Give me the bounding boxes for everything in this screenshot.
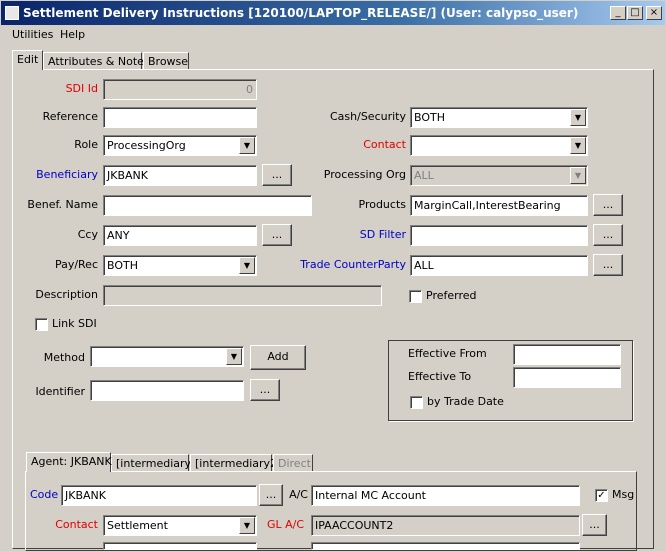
close-button[interactable]: × (646, 6, 662, 20)
window-title: Settlement Delivery Instructions [120100… (23, 6, 579, 20)
method-label: Method (43, 351, 85, 364)
agent-ac-label: A/C (289, 488, 308, 501)
sdi-id-field: 0 (103, 79, 257, 100)
trade-counterparty-field[interactable]: ALL (410, 255, 588, 276)
trade-counterparty-ellipsis-button[interactable]: ... (593, 254, 623, 276)
tab-direct: Direct (273, 454, 313, 472)
link-sdi-checkbox[interactable] (35, 318, 48, 331)
effective-to-field[interactable] (513, 367, 621, 388)
products-label: Products (358, 198, 407, 211)
add-method-button[interactable]: Add (250, 345, 306, 370)
tab-agent[interactable]: Agent: JKBANK (26, 452, 112, 472)
agent-code-label[interactable]: Code (30, 488, 58, 502)
beneficiary-label[interactable]: Beneficiary (20, 168, 98, 182)
tab-attributes-notes[interactable]: Attributes & Notes (43, 52, 150, 70)
menu-help[interactable]: Help (60, 28, 85, 41)
msg-label: Msg (612, 488, 635, 501)
benef-name-field[interactable] (103, 195, 312, 216)
chevron-down-icon[interactable]: ▼ (239, 517, 255, 534)
gl-ac-label: GL A/C (266, 518, 304, 531)
chevron-down-icon: ▼ (570, 167, 586, 184)
tab-edit[interactable]: Edit (12, 50, 43, 70)
processing-org-select: ALL ▼ (410, 165, 588, 186)
chevron-down-icon[interactable]: ▼ (570, 109, 586, 126)
preferred-checkbox[interactable] (409, 290, 422, 303)
payrec-label: Pay/Rec (54, 258, 98, 271)
contact-label: Contact (363, 138, 406, 151)
chevron-down-icon[interactable]: ▼ (239, 257, 255, 274)
payrec-value: BOTH (107, 259, 139, 272)
ccy-label: Ccy (77, 228, 98, 241)
products-field[interactable]: MarginCall,InterestBearing (410, 195, 588, 216)
role-label: Role (74, 138, 98, 151)
cash-security-value: BOTH (414, 111, 446, 124)
sd-filter-field[interactable] (410, 225, 588, 246)
role-value: ProcessingOrg (107, 139, 186, 152)
trade-counterparty-label[interactable]: Trade CounterParty (290, 258, 406, 272)
agent-code-ellipsis-button[interactable]: ... (259, 484, 283, 506)
effective-from-field[interactable] (513, 344, 621, 365)
sd-filter-ellipsis-button[interactable]: ... (593, 224, 623, 246)
effective-from-label: Effective From (408, 347, 487, 360)
beneficiary-field[interactable]: JKBANK (103, 165, 257, 186)
effective-to-label: Effective To (408, 370, 472, 383)
chevron-down-icon[interactable]: ▼ (239, 137, 255, 154)
title-bar[interactable]: Settlement Delivery Instructions [120100… (0, 0, 666, 26)
app-icon (5, 6, 19, 20)
identifier-ellipsis-button[interactable]: ... (250, 379, 280, 401)
chevron-down-icon[interactable]: ▼ (226, 348, 242, 365)
agent-contact-select[interactable]: Settlement ▼ (103, 515, 257, 536)
agent-contact-label: Contact (55, 518, 98, 531)
gl-ac-ellipsis-button[interactable]: ... (582, 514, 607, 536)
processing-org-value: ALL (414, 169, 434, 182)
reference-field[interactable] (103, 107, 257, 128)
sd-filter-label[interactable]: SD Filter (300, 228, 406, 242)
ccy-ellipsis-button[interactable]: ... (262, 224, 292, 246)
beneficiary-ellipsis-button[interactable]: ... (262, 164, 292, 186)
by-trade-date-checkbox[interactable] (410, 396, 423, 409)
maximize-button[interactable]: □ (627, 6, 643, 20)
agent-panel (25, 471, 637, 551)
link-sdi-label: Link SDI (52, 317, 97, 330)
tab-browse[interactable]: Browse (143, 52, 189, 70)
description-field (103, 285, 382, 306)
partial-field-1[interactable] (103, 542, 257, 550)
role-select[interactable]: ProcessingOrg ▼ (103, 135, 257, 156)
tab-intermediary2[interactable]: [intermediary2] (190, 454, 281, 472)
partial-field-2[interactable] (311, 542, 580, 550)
processing-org-label: Processing Org (323, 168, 406, 181)
description-label: Description (35, 288, 98, 301)
menu-bar: Utilities Help (0, 26, 666, 46)
cash-security-select[interactable]: BOTH ▼ (410, 107, 588, 128)
sdi-id-label: SDI Id (65, 82, 98, 95)
ccy-field[interactable]: ANY (103, 225, 257, 246)
benef-name-label: Benef. Name (27, 198, 98, 211)
agent-ac-field[interactable]: Internal MC Account (311, 485, 580, 506)
products-ellipsis-button[interactable]: ... (593, 194, 623, 216)
contact-select[interactable]: ▼ (410, 135, 588, 156)
by-trade-date-label: by Trade Date (427, 395, 504, 408)
cash-security-label: Cash/Security (329, 110, 406, 123)
msg-checkbox[interactable]: ✓ (595, 489, 608, 502)
menu-utilities[interactable]: Utilities (12, 28, 53, 41)
agent-code-field[interactable]: JKBANK (61, 485, 257, 506)
preferred-label: Preferred (426, 289, 477, 302)
minimize-button[interactable]: _ (610, 6, 626, 20)
agent-contact-value: Settlement (107, 519, 168, 532)
tab-intermediary[interactable]: [intermediary] (111, 454, 195, 472)
payrec-select[interactable]: BOTH ▼ (103, 255, 257, 276)
identifier-label: Identifier (35, 385, 85, 398)
method-select[interactable]: ▼ (90, 346, 244, 367)
identifier-field[interactable] (90, 380, 244, 401)
gl-ac-field: IPAACCOUNT2 (311, 515, 580, 536)
chevron-down-icon[interactable]: ▼ (570, 137, 586, 154)
reference-label: Reference (42, 110, 98, 123)
